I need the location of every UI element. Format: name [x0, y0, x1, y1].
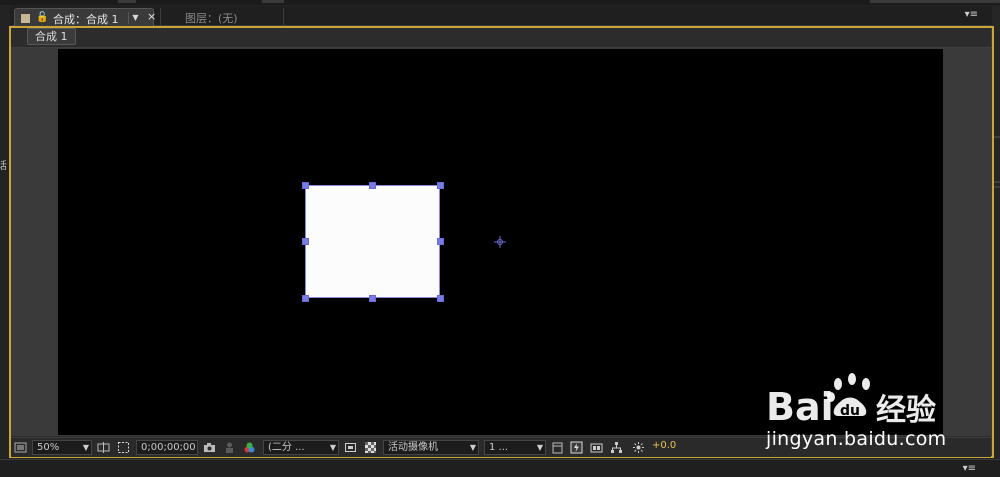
color-swatch-icon[interactable] [21, 14, 30, 23]
lower-panel-bar: ▾≡ [0, 459, 1000, 477]
tab-composition-label: 合成：合成 1 [53, 13, 119, 26]
exposure-value[interactable]: +0.0 [652, 440, 676, 451]
transform-handle[interactable] [437, 295, 444, 302]
pixel-aspect-icon[interactable] [551, 441, 564, 454]
watermark: Bai du 经验 jingyan.baidu.com [760, 370, 960, 455]
current-time-field[interactable]: 0;00;00;00 [136, 440, 198, 455]
tab-composition[interactable]: 🔓 合成：合成 1 ▼ × [14, 8, 156, 27]
solid-layer[interactable] [305, 185, 440, 298]
mask-visibility-icon[interactable] [117, 441, 130, 454]
transform-handle[interactable] [302, 295, 309, 302]
zoom-value: 50% [37, 442, 60, 453]
show-snapshot-icon[interactable] [223, 441, 236, 454]
top-strip [0, 0, 1000, 5]
chevron-down-icon: ▼ [536, 443, 543, 452]
svg-text:Bai: Bai [766, 385, 834, 429]
transform-handle[interactable] [437, 238, 444, 245]
always-preview-icon[interactable] [14, 441, 27, 454]
anchor-point-icon[interactable] [494, 236, 506, 248]
lock-icon[interactable]: 🔓 [36, 12, 48, 23]
left-edge-glyph: 话 [0, 161, 7, 172]
baidu-jingyan-logo: Bai du 经验 [766, 373, 936, 429]
camera-snapshot-icon[interactable] [203, 441, 216, 454]
exposure-reset-icon[interactable] [632, 441, 645, 454]
fast-preview-icon[interactable] [570, 441, 583, 454]
transform-handle[interactable] [369, 182, 376, 189]
current-time-value: 0;00;00;00 [141, 442, 196, 453]
right-edge-separator [992, 181, 1000, 183]
panel-menu-icon[interactable]: ▾≡ [965, 9, 978, 20]
resolution-dropdown[interactable]: (二分 ... ▼ [263, 440, 339, 455]
panel-tab-bar: 🔓 合成：合成 1 ▼ × 图层：(无) ▾≡ [10, 6, 992, 27]
breadcrumb-composition[interactable]: 合成 1 [27, 28, 76, 45]
panel-menu-icon[interactable]: ▾≡ [963, 463, 976, 474]
svg-text:经验: 经验 [876, 393, 936, 428]
flowchart-icon[interactable] [610, 441, 623, 454]
timeline-icon[interactable] [590, 441, 603, 454]
region-of-interest-icon[interactable] [344, 441, 357, 454]
right-edge-separator [992, 186, 1000, 188]
tab-layer[interactable]: 图层：(无) [160, 8, 284, 26]
transform-handle[interactable] [437, 182, 444, 189]
chevron-down-icon: ▼ [329, 443, 336, 452]
left-panel-edge: 话 [0, 155, 7, 185]
watermark-url: jingyan.baidu.com [766, 428, 947, 450]
transform-handle[interactable] [369, 295, 376, 302]
color-channel-icon[interactable] [243, 441, 256, 454]
close-tab-button[interactable]: × [147, 10, 156, 23]
right-panel-edge [992, 6, 1000, 458]
composition-dropdown-button[interactable]: ▼ [128, 12, 142, 24]
view-layout-value: 1 ... [489, 442, 509, 453]
svg-text:du: du [840, 403, 860, 419]
top-strip-tick [870, 0, 1000, 3]
title-action-safe-icon[interactable] [97, 441, 110, 454]
zoom-dropdown[interactable]: 50% ▼ [32, 440, 92, 455]
top-strip-tick [118, 0, 136, 3]
view-layout-dropdown[interactable]: 1 ... ▼ [484, 440, 546, 455]
transparency-grid-icon[interactable] [364, 441, 377, 454]
top-strip-tick [262, 0, 284, 3]
breadcrumb: 合成 1 [11, 26, 991, 48]
chevron-down-icon: ▼ [469, 443, 476, 452]
active-camera-value: 活动摄像机 [388, 442, 438, 453]
resolution-value: (二分 ... [268, 442, 305, 453]
transform-handle[interactable] [302, 238, 309, 245]
active-camera-dropdown[interactable]: 活动摄像机 ▼ [383, 440, 479, 455]
right-edge-separator [992, 136, 1000, 138]
transform-handle[interactable] [302, 182, 309, 189]
tab-layer-label: 图层：(无) [185, 12, 238, 25]
chevron-down-icon: ▼ [82, 443, 89, 452]
